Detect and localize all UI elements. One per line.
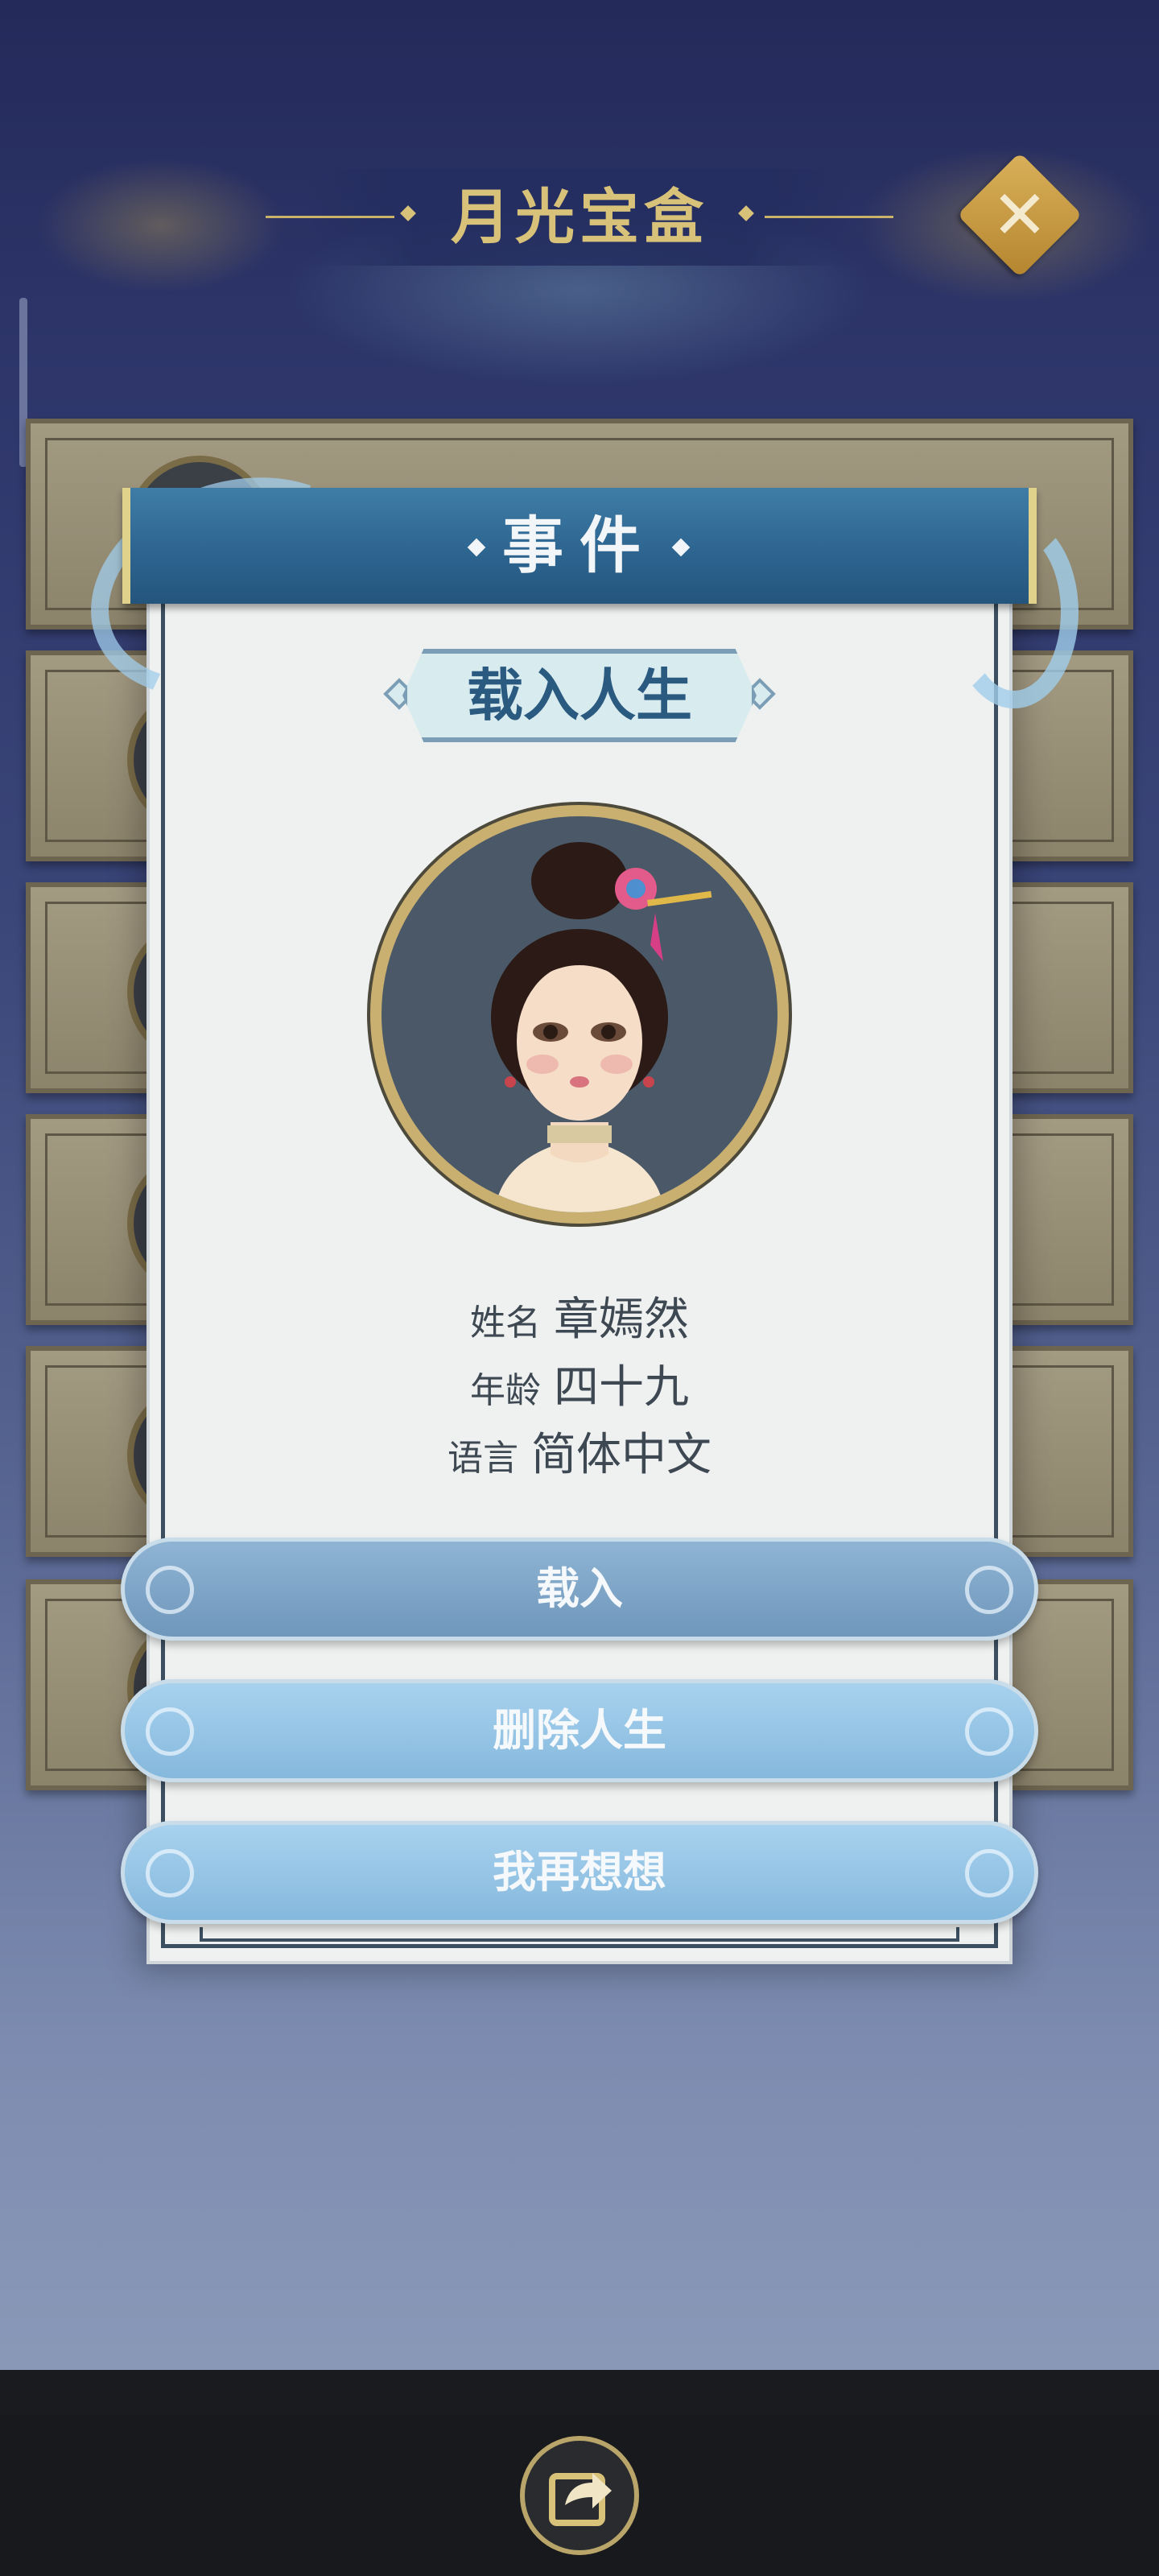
language-value: 简体中文 — [531, 1429, 711, 1481]
cloud-ornament-icon — [146, 1849, 194, 1897]
cancel-button-label: 我再想想 — [493, 1847, 666, 1897]
cancel-button[interactable]: 我再想想 — [121, 1821, 1038, 1924]
cloud-ornament-icon — [146, 1707, 194, 1756]
close-icon[interactable]: ✕ — [975, 171, 1064, 259]
load-button-label: 载入 — [536, 1563, 623, 1614]
info-language-row: 语言 简体中文 — [0, 1418, 1159, 1484]
name-label: 姓名 — [470, 1302, 541, 1344]
share-icon — [549, 2473, 612, 2526]
info-name-row: 姓名 章嫣然 — [0, 1283, 1159, 1348]
cloud-ornament-icon — [965, 1849, 1013, 1897]
delete-life-button[interactable]: 删除人生 — [121, 1679, 1038, 1782]
age-label: 年龄 — [470, 1370, 541, 1411]
character-illustration — [491, 842, 712, 1212]
load-button[interactable]: 载入 — [121, 1538, 1038, 1641]
language-label: 语言 — [448, 1438, 518, 1479]
name-value: 章嫣然 — [554, 1294, 689, 1346]
info-age-row: 年龄 四十九 — [0, 1351, 1159, 1416]
share-button[interactable] — [520, 2436, 639, 2555]
age-value: 四十九 — [554, 1361, 689, 1414]
cloud-ornament-icon — [965, 1707, 1013, 1756]
dialog-subtitle: 载入人生 — [467, 663, 692, 729]
cloud-ornament-icon — [146, 1566, 194, 1614]
cloud-ornament-icon — [965, 1566, 1013, 1614]
dialog-title: 事件 — [502, 510, 657, 581]
character-portrait — [382, 816, 777, 1212]
delete-button-label: 删除人生 — [493, 1705, 666, 1756]
dialog-frame-bottom — [200, 1927, 959, 1942]
